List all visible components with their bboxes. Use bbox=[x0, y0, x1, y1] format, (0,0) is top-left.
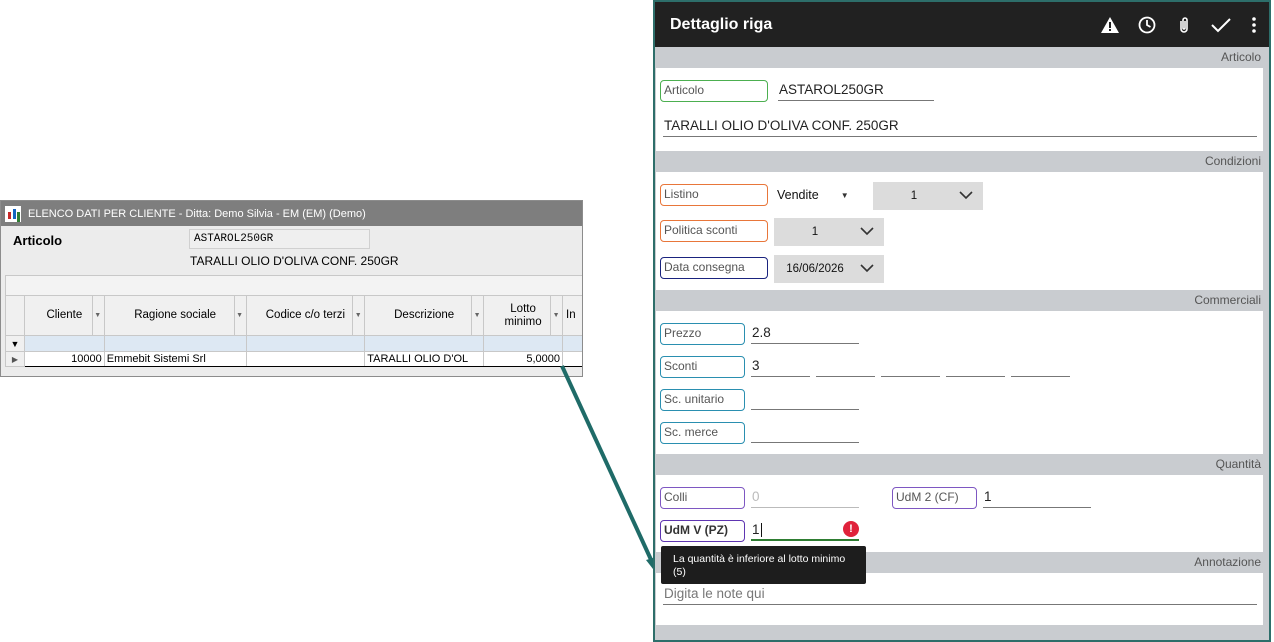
udm2-field[interactable]: 1 bbox=[983, 486, 1091, 508]
articolo-label: Articolo bbox=[660, 80, 768, 102]
cell-cliente: 10000 bbox=[23, 351, 105, 367]
elenco-dati-window: ELENCO DATI PER CLIENTE - Ditta: Demo Si… bbox=[0, 200, 583, 377]
sconto-2-field[interactable] bbox=[816, 355, 875, 377]
sconto-1-field[interactable]: 3 bbox=[751, 355, 810, 377]
prezzo-label: Prezzo bbox=[660, 323, 745, 345]
sc-unitario-field[interactable] bbox=[751, 388, 859, 410]
cell-codice-terzi bbox=[245, 351, 366, 367]
attachment-icon[interactable] bbox=[1165, 2, 1202, 47]
chevron-down-icon bbox=[860, 227, 874, 236]
sc-unitario-label: Sc. unitario bbox=[660, 389, 745, 411]
section-quantita: Colli 0 UdM 2 (CF) 1 UdM V (PZ) 1 ! bbox=[656, 475, 1263, 552]
section-quantita-header: Quantità bbox=[655, 454, 1269, 475]
listino-type-select[interactable]: Vendite ▼ bbox=[777, 188, 849, 202]
row-pointer-icon: ▶ bbox=[5, 351, 25, 367]
sc-merce-field[interactable] bbox=[751, 421, 859, 443]
udmv-label: UdM V (PZ) bbox=[660, 520, 745, 542]
articolo-code-field[interactable]: ASTAROL250GR bbox=[189, 229, 370, 249]
dropdown-icon[interactable]: ▼ bbox=[352, 296, 363, 335]
filter-cell[interactable] bbox=[103, 335, 247, 352]
history-icon[interactable] bbox=[1128, 2, 1165, 47]
prezzo-field[interactable]: 2.8 bbox=[751, 322, 859, 344]
error-tooltip: La quantità è inferiore al lotto minimo … bbox=[661, 546, 866, 584]
data-consegna-label: Data consegna bbox=[660, 257, 768, 279]
clienti-grid: Cliente ▼ Ragione sociale ▼ Codice c/o ter… bbox=[5, 295, 582, 367]
filter-icon[interactable]: ▼ bbox=[5, 335, 25, 352]
articolo-code-field[interactable]: ASTAROL250GR bbox=[778, 79, 934, 101]
politica-sconti-select[interactable]: 1 bbox=[774, 218, 884, 246]
note-field[interactable]: Digita le note qui bbox=[663, 583, 1257, 605]
row-selector-header bbox=[5, 295, 25, 336]
colli-label: Colli bbox=[660, 487, 745, 509]
sconto-4-field[interactable] bbox=[946, 355, 1005, 377]
error-icon[interactable]: ! bbox=[843, 521, 859, 537]
arrow-line bbox=[560, 365, 655, 565]
dropdown-icon[interactable]: ▼ bbox=[91, 296, 103, 335]
dropdown-icon: ▼ bbox=[840, 190, 849, 200]
section-commerciali: Prezzo 2.8 Sconti 3 Sc. unitario Sc. mer… bbox=[656, 311, 1263, 454]
cell-ragione-sociale: Emmebit Sistemi Srl bbox=[103, 351, 247, 367]
sc-merce-label: Sc. merce bbox=[660, 422, 745, 444]
dropdown-icon[interactable]: ▼ bbox=[233, 296, 245, 335]
section-condizioni-header: Condizioni bbox=[655, 151, 1269, 172]
window-title: ELENCO DATI PER CLIENTE - Ditta: Demo Si… bbox=[28, 207, 366, 220]
cell-lotto-minimo: 5,0000 bbox=[483, 351, 564, 367]
filter-row: ▼ bbox=[5, 335, 582, 352]
sconto-5-field[interactable] bbox=[1011, 355, 1070, 377]
sconto-3-field[interactable] bbox=[881, 355, 940, 377]
section-articolo-header: Articolo bbox=[655, 47, 1269, 68]
dropdown-icon[interactable]: ▼ bbox=[550, 296, 561, 335]
cell-descrizione: TARALLI OLIO D'OL bbox=[364, 351, 485, 367]
col-header-cliente[interactable]: Cliente ▼ bbox=[23, 295, 105, 336]
filter-cell[interactable] bbox=[245, 335, 366, 352]
chevron-down-icon bbox=[959, 191, 973, 200]
table-row[interactable]: ▶ 10000 Emmebit Sistemi Srl TARALLI OLIO… bbox=[5, 351, 582, 367]
col-header-ragione-sociale[interactable]: Ragione sociale ▼ bbox=[103, 295, 247, 336]
filter-cell[interactable] bbox=[23, 335, 105, 352]
filter-cell[interactable] bbox=[562, 335, 582, 352]
more-icon[interactable] bbox=[1239, 2, 1269, 47]
col-header-lotto-minimo[interactable]: Lotto minimo ▼ bbox=[483, 295, 564, 336]
section-commerciali-header: Commerciali bbox=[655, 290, 1269, 311]
filter-cell[interactable] bbox=[483, 335, 564, 352]
articolo-description: TARALLI OLIO D'OLIVA CONF. 250GR bbox=[190, 254, 399, 268]
data-consegna-select[interactable]: 16/06/2026 bbox=[774, 255, 884, 283]
chevron-down-icon bbox=[860, 264, 874, 273]
articolo-label: Articolo bbox=[13, 233, 63, 248]
page-title: Dettaglio riga bbox=[670, 15, 773, 33]
udm2-label: UdM 2 (CF) bbox=[892, 487, 977, 509]
col-header-descrizione[interactable]: Descrizione ▼ bbox=[364, 295, 485, 336]
dropdown-icon[interactable]: ▼ bbox=[471, 296, 482, 335]
articolo-description-field[interactable]: TARALLI OLIO D'OLIVA CONF. 250GR bbox=[663, 115, 1257, 137]
app-chart-icon bbox=[5, 205, 21, 222]
text-cursor bbox=[760, 523, 762, 538]
section-articolo: Articolo ASTAROL250GR TARALLI OLIO D'OLI… bbox=[656, 68, 1263, 151]
app-bar: Dettaglio riga bbox=[655, 2, 1269, 47]
politica-sconti-label: Politica sconti bbox=[660, 220, 768, 242]
filter-cell[interactable] bbox=[364, 335, 485, 352]
col-header-codice-terzi[interactable]: Codice c/o terzi ▼ bbox=[245, 295, 366, 336]
confirm-icon[interactable] bbox=[1202, 2, 1239, 47]
listino-value-select[interactable]: 1 bbox=[873, 182, 983, 210]
section-condizioni: Listino Vendite ▼ 1 Politica sconti 1 Da… bbox=[656, 172, 1263, 290]
warning-icon[interactable] bbox=[1091, 2, 1128, 47]
listino-label: Listino bbox=[660, 184, 768, 206]
cell-in bbox=[562, 351, 582, 367]
colli-field[interactable]: 0 bbox=[751, 486, 859, 508]
window-titlebar[interactable]: ELENCO DATI PER CLIENTE - Ditta: Demo Si… bbox=[1, 201, 582, 226]
sconti-label: Sconti bbox=[660, 356, 745, 378]
grid-group-panel bbox=[5, 275, 582, 297]
col-header-in[interactable]: In bbox=[562, 295, 582, 336]
